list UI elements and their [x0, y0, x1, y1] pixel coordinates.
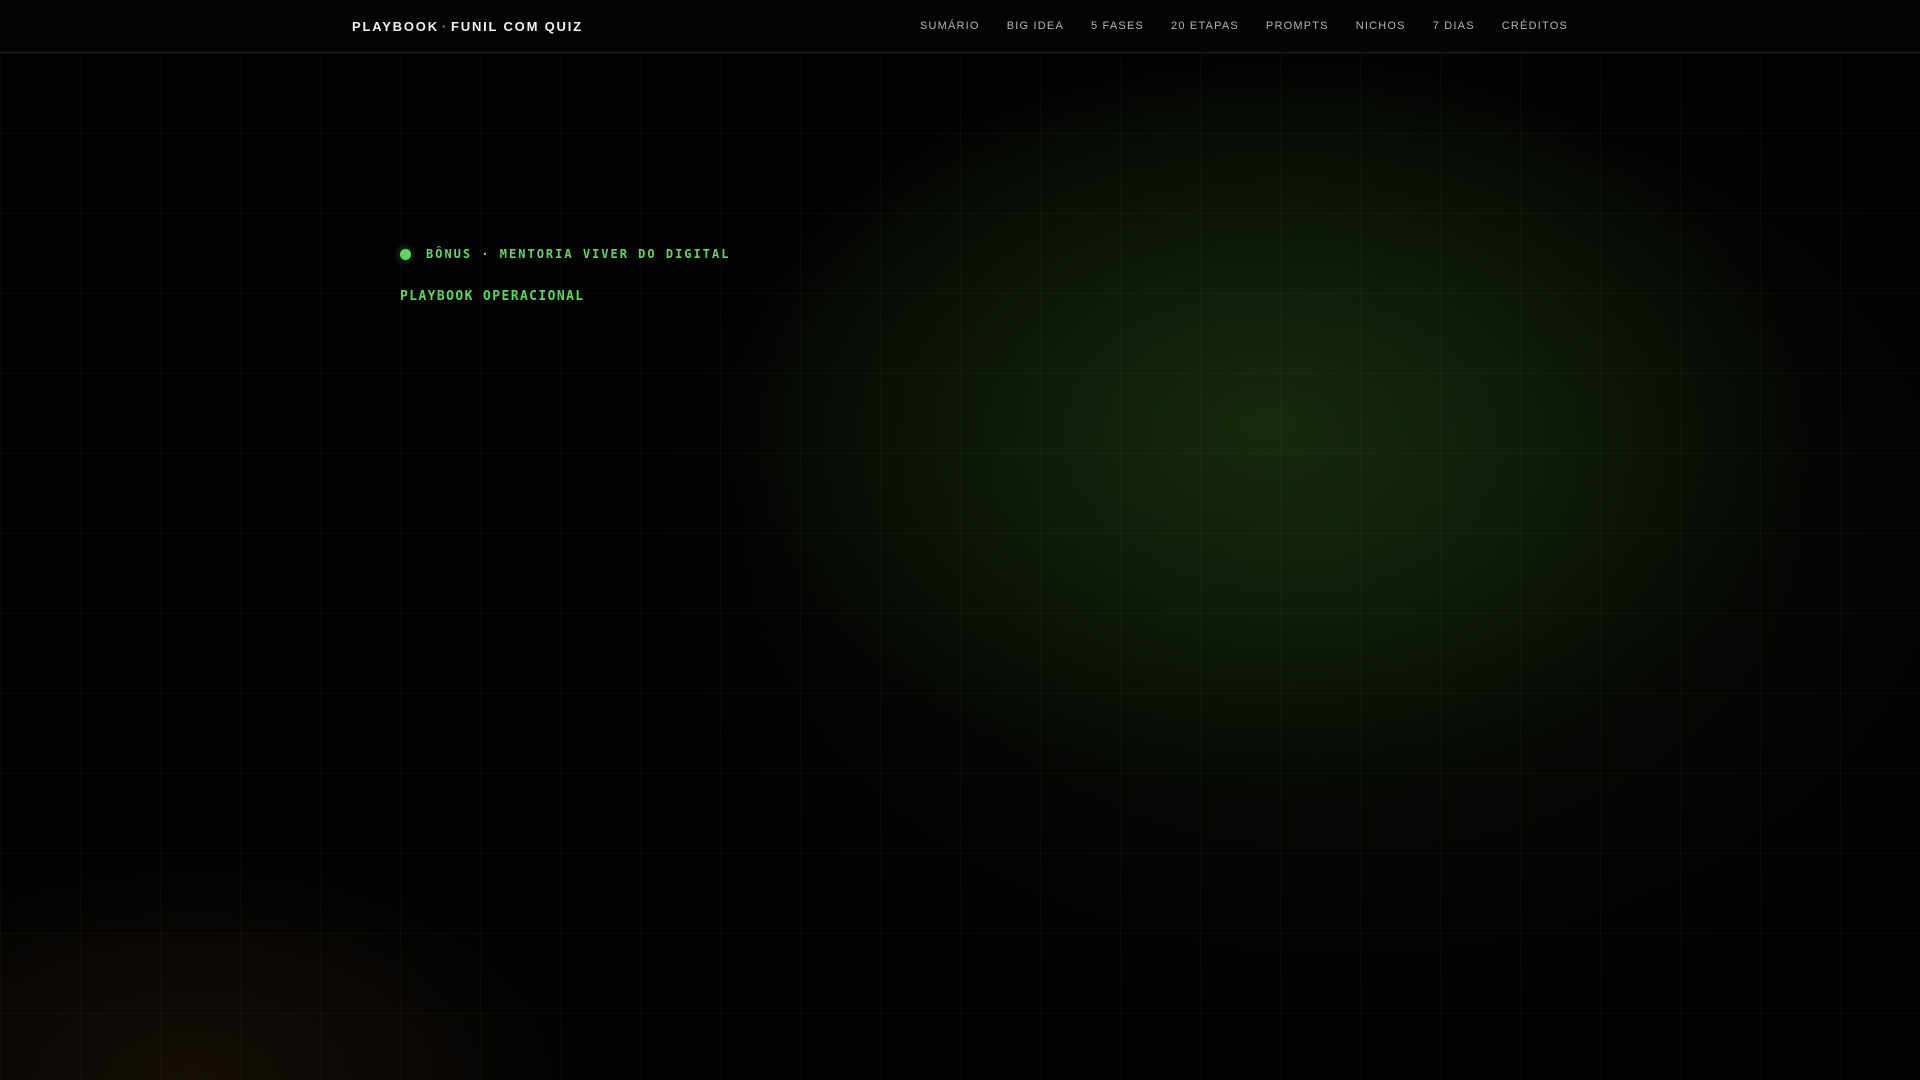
main-nav: SUMÁRIO BIG IDEA 5 FASES 20 ETAPAS PROMP… — [920, 20, 1568, 32]
nav-link-20-etapas[interactable]: 20 ETAPAS — [1171, 20, 1239, 32]
site-logo[interactable]: PLAYBOOK · FUNIL COM QUIZ — [352, 19, 583, 34]
nav-link-7-dias[interactable]: 7 DIAS — [1433, 20, 1475, 32]
header-container: PLAYBOOK · FUNIL COM QUIZ SUMÁRIO BIG IDEA… — [352, 19, 1568, 34]
nav-link-creditos[interactable]: CRÉDITOS — [1502, 20, 1568, 32]
nav-link-big-idea[interactable]: BIG IDEA — [1007, 20, 1064, 32]
logo-part2: FUNIL COM QUIZ — [451, 18, 583, 34]
hero-eyebrow: BÔNUS · MENTORIA VIVER DO DIGITAL — [426, 247, 731, 261]
hero-content: BÔNUS · MENTORIA VIVER DO DIGITAL PLAYBO… — [400, 53, 1520, 304]
top-nav-bar: PLAYBOOK · FUNIL COM QUIZ SUMÁRIO BIG IDEA… — [0, 0, 1920, 53]
green-status-dot-icon — [400, 248, 411, 260]
hero-eyebrow-row: BÔNUS · MENTORIA VIVER DO DIGITAL — [400, 247, 1520, 261]
hero-section: BÔNUS · MENTORIA VIVER DO DIGITAL PLAYBO… — [0, 53, 1920, 1080]
nav-link-prompts[interactable]: PROMPTS — [1266, 20, 1329, 32]
nav-link-5-fases[interactable]: 5 FASES — [1091, 20, 1144, 32]
logo-part1: PLAYBOOK — [352, 18, 439, 34]
nav-link-sumario[interactable]: SUMÁRIO — [920, 20, 980, 32]
nav-link-nichos[interactable]: NICHOS — [1356, 20, 1406, 32]
hero-title: PLAYBOOK OPERACIONAL — [400, 289, 585, 304]
logo-separator-dot: · — [441, 18, 449, 34]
